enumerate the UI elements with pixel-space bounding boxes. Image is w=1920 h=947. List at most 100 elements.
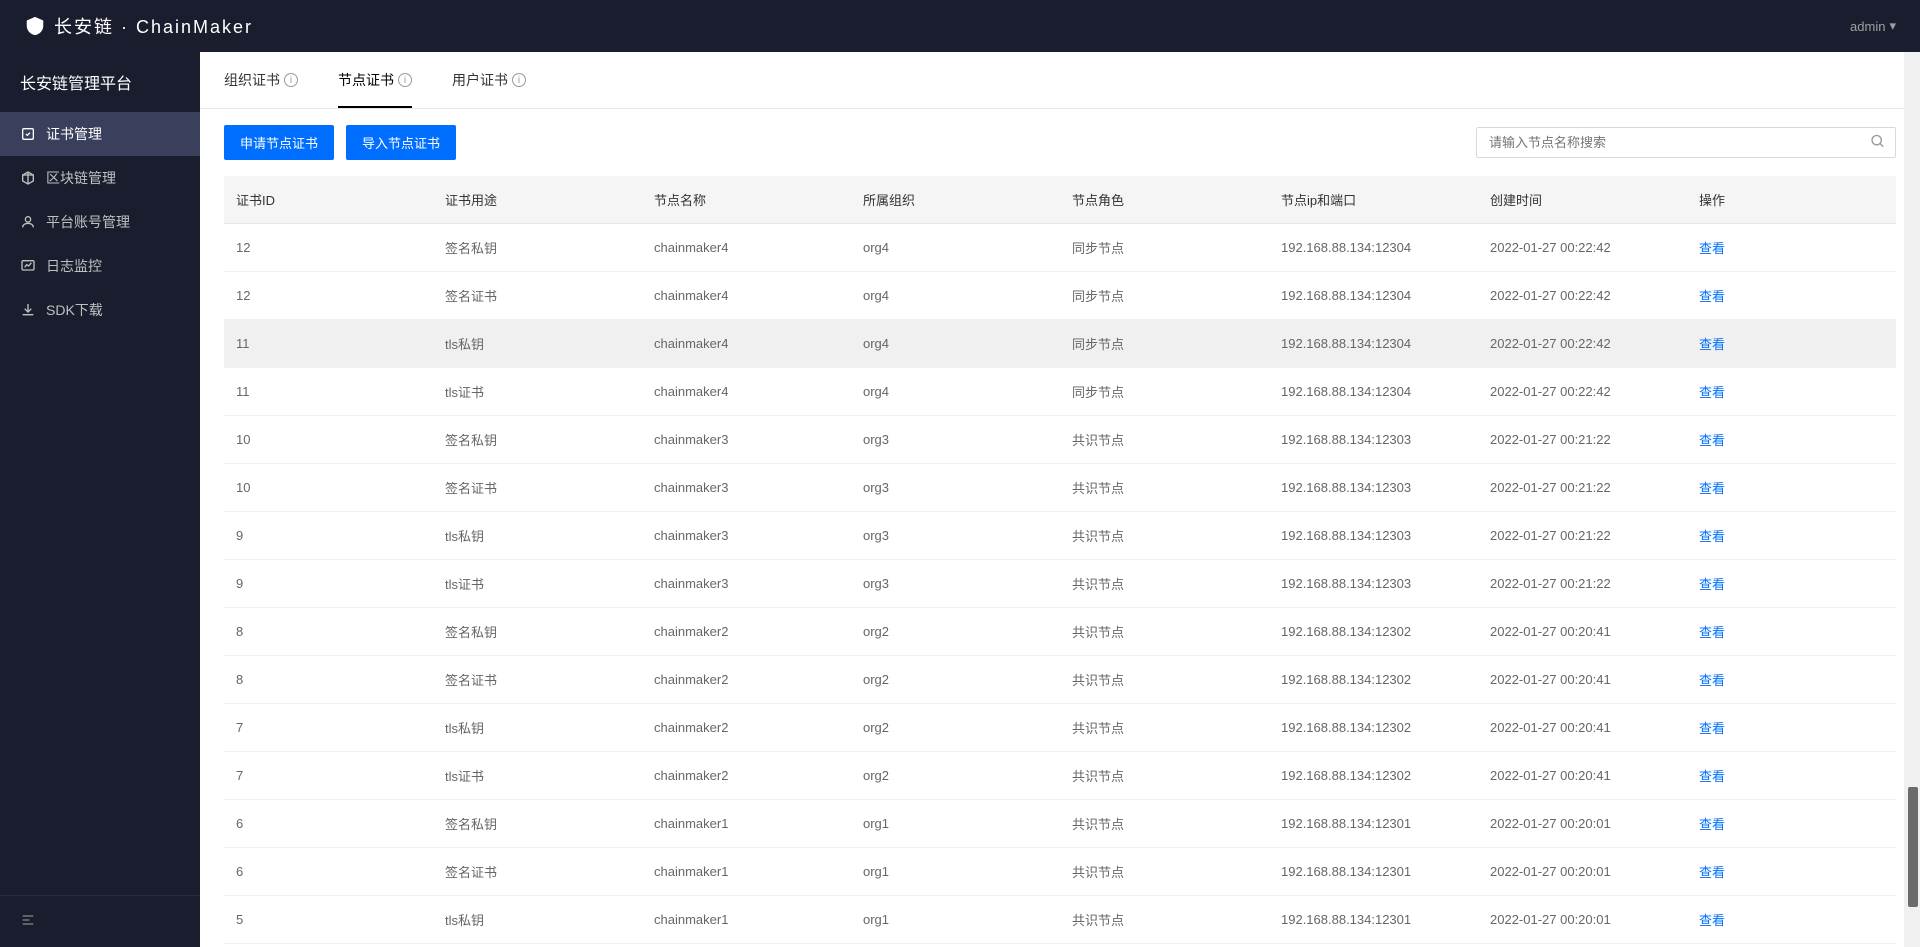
table-row: 12签名私钥chainmaker4org4同步节点192.168.88.134:… [224, 224, 1896, 272]
collapse-icon [20, 912, 36, 928]
cell-org: org3 [851, 560, 1060, 608]
view-link[interactable]: 查看 [1699, 913, 1725, 928]
cell-action: 查看 [1687, 944, 1896, 947]
apply-node-cert-button[interactable]: 申请节点证书 [224, 125, 334, 160]
info-icon[interactable]: i [512, 73, 526, 87]
search-box [1476, 127, 1896, 158]
main-content: 组织证书 i 节点证书 i 用户证书 i 申请节点证书 导入节点证书 [200, 52, 1920, 947]
cell-time: 2022-01-27 00:20:01 [1478, 800, 1687, 848]
user-dropdown[interactable]: admin ▾ [1850, 18, 1896, 34]
sidebar-item-label: 区块链管理 [46, 168, 116, 188]
cell-org: org1 [851, 896, 1060, 944]
search-input[interactable] [1476, 127, 1896, 158]
cell-id: 10 [224, 464, 433, 512]
info-icon[interactable]: i [284, 73, 298, 87]
cell-id: 11 [224, 368, 433, 416]
cell-purpose: 签名私钥 [433, 800, 642, 848]
cell-ipport: 192.168.88.134:12301 [1269, 944, 1478, 947]
cell-action: 查看 [1687, 800, 1896, 848]
cell-ipport: 192.168.88.134:12304 [1269, 272, 1478, 320]
cell-role: 同步节点 [1060, 272, 1269, 320]
cell-org: org2 [851, 656, 1060, 704]
tab-label: 节点证书 [338, 70, 394, 90]
top-header: 长安链 · ChainMaker admin ▾ [0, 0, 1920, 52]
cell-org: org4 [851, 368, 1060, 416]
cell-action: 查看 [1687, 752, 1896, 800]
view-link[interactable]: 查看 [1699, 577, 1725, 592]
view-link[interactable]: 查看 [1699, 865, 1725, 880]
sidebar-item-label: 平台账号管理 [46, 212, 130, 232]
cell-org: org2 [851, 608, 1060, 656]
view-link[interactable]: 查看 [1699, 529, 1725, 544]
cell-action: 查看 [1687, 224, 1896, 272]
cell-org: org3 [851, 464, 1060, 512]
cell-role: 同步节点 [1060, 368, 1269, 416]
table-row: 10签名私钥chainmaker3org3共识节点192.168.88.134:… [224, 416, 1896, 464]
view-link[interactable]: 查看 [1699, 673, 1725, 688]
table-row: 6签名私钥chainmaker1org1共识节点192.168.88.134:1… [224, 800, 1896, 848]
cell-nodename: chainmaker2 [642, 608, 851, 656]
table-row: 11tls证书chainmaker4org4同步节点192.168.88.134… [224, 368, 1896, 416]
cell-action: 查看 [1687, 368, 1896, 416]
cell-nodename: chainmaker3 [642, 416, 851, 464]
cell-org: org4 [851, 320, 1060, 368]
cell-id: 5 [224, 896, 433, 944]
view-link[interactable]: 查看 [1699, 337, 1725, 352]
user-icon [20, 214, 36, 230]
cell-purpose: tls证书 [433, 752, 642, 800]
cell-id: 7 [224, 704, 433, 752]
view-link[interactable]: 查看 [1699, 289, 1725, 304]
cell-ipport: 192.168.88.134:12301 [1269, 896, 1478, 944]
sidebar-item-sdk-download[interactable]: SDK下载 [0, 288, 200, 332]
table-row: 8签名证书chainmaker2org2共识节点192.168.88.134:1… [224, 656, 1896, 704]
sidebar-item-log-monitor[interactable]: 日志监控 [0, 244, 200, 288]
cell-nodename: chainmaker3 [642, 560, 851, 608]
cell-time: 2022-01-27 00:22:42 [1478, 320, 1687, 368]
sidebar-item-account-manage[interactable]: 平台账号管理 [0, 200, 200, 244]
cell-id: 7 [224, 752, 433, 800]
scrollbar-track[interactable] [1904, 52, 1920, 947]
cell-nodename: chainmaker2 [642, 656, 851, 704]
download-icon [20, 302, 36, 318]
cell-role: 共识节点 [1060, 944, 1269, 947]
view-link[interactable]: 查看 [1699, 721, 1725, 736]
header-cert-id: 证书ID [224, 176, 433, 224]
info-icon[interactable]: i [398, 73, 412, 87]
cell-org: org1 [851, 800, 1060, 848]
tab-node-cert[interactable]: 节点证书 i [338, 52, 412, 108]
view-link[interactable]: 查看 [1699, 433, 1725, 448]
cell-org: org3 [851, 416, 1060, 464]
cell-time: 2022-01-27 00:20:01 [1478, 896, 1687, 944]
cell-time: 2022-01-27 00:21:22 [1478, 464, 1687, 512]
view-link[interactable]: 查看 [1699, 241, 1725, 256]
sidebar-item-cert-manage[interactable]: 证书管理 [0, 112, 200, 156]
view-link[interactable]: 查看 [1699, 625, 1725, 640]
table-row: 10签名证书chainmaker3org3共识节点192.168.88.134:… [224, 464, 1896, 512]
cell-action: 查看 [1687, 464, 1896, 512]
cell-role: 共识节点 [1060, 464, 1269, 512]
cell-id: 6 [224, 848, 433, 896]
toolbar: 申请节点证书 导入节点证书 [200, 109, 1920, 176]
cell-action: 查看 [1687, 512, 1896, 560]
sidebar-collapse-toggle[interactable] [0, 895, 200, 947]
scrollbar-thumb[interactable] [1908, 787, 1918, 907]
import-node-cert-button[interactable]: 导入节点证书 [346, 125, 456, 160]
search-icon[interactable] [1870, 133, 1886, 152]
tab-user-cert[interactable]: 用户证书 i [452, 52, 526, 108]
view-link[interactable]: 查看 [1699, 817, 1725, 832]
cell-id: 9 [224, 512, 433, 560]
view-link[interactable]: 查看 [1699, 481, 1725, 496]
sidebar-menu: 证书管理 区块链管理 平台账号管理 日志监控 [0, 112, 200, 895]
tab-org-cert[interactable]: 组织证书 i [224, 52, 298, 108]
view-link[interactable]: 查看 [1699, 385, 1725, 400]
cell-ipport: 192.168.88.134:12302 [1269, 608, 1478, 656]
view-link[interactable]: 查看 [1699, 769, 1725, 784]
cell-purpose: 签名私钥 [433, 224, 642, 272]
sidebar-item-blockchain-manage[interactable]: 区块链管理 [0, 156, 200, 200]
cell-org: org1 [851, 848, 1060, 896]
cell-time: 2022-01-27 00:22:42 [1478, 368, 1687, 416]
cell-purpose: tls私钥 [433, 896, 642, 944]
chevron-down-icon: ▾ [1889, 18, 1896, 34]
cell-purpose: tls私钥 [433, 704, 642, 752]
table-row: 8签名私钥chainmaker2org2共识节点192.168.88.134:1… [224, 608, 1896, 656]
